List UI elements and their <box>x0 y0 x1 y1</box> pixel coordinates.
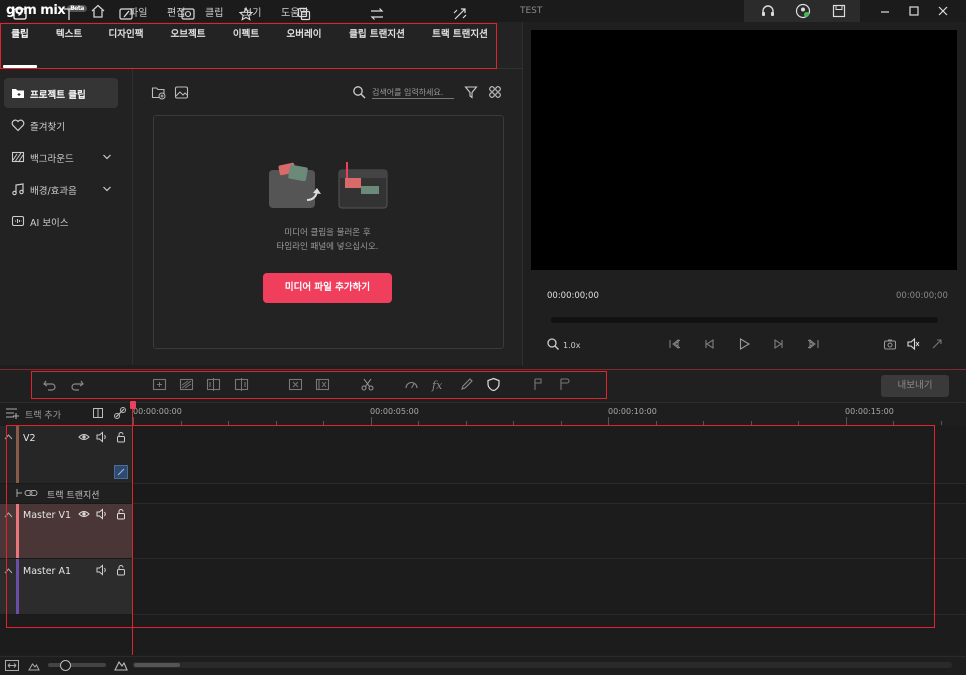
ruler-label: 00:00:15:00 <box>845 407 894 416</box>
media-illustration-icon <box>267 160 391 212</box>
ruler-tick <box>941 421 942 425</box>
add-track-icon[interactable] <box>5 407 19 419</box>
zoom-in-mountain-icon[interactable] <box>114 658 128 671</box>
music-note-icon <box>11 182 25 196</box>
current-timecode: 00:00:00;00 <box>547 291 599 301</box>
chevron-down-icon[interactable] <box>102 184 112 194</box>
zoom-level[interactable]: 1.0x <box>563 341 580 350</box>
total-timecode: 00:00:00;00 <box>896 291 948 301</box>
snapshot-icon[interactable] <box>883 337 897 351</box>
overlay-icon <box>296 6 312 22</box>
folder-icon <box>11 86 25 100</box>
add-track-label[interactable]: 트랙 추가 <box>25 408 61 421</box>
ruler-label: 00:00:05:00 <box>370 407 419 416</box>
ruler-tick <box>371 417 372 425</box>
magnet-icon[interactable] <box>92 407 104 419</box>
clip-transition-icon <box>369 6 385 22</box>
fullscreen-icon[interactable] <box>930 337 944 351</box>
maximize-icon[interactable] <box>906 3 922 19</box>
filter-icon[interactable] <box>464 85 478 99</box>
design-pack-icon <box>118 6 134 22</box>
headset-icon[interactable] <box>760 3 776 19</box>
minimize-icon[interactable] <box>877 3 893 19</box>
scrollbar-thumb[interactable] <box>134 663 180 667</box>
seek-bar[interactable] <box>551 317 938 323</box>
track-transition-icon <box>452 6 468 22</box>
heart-icon <box>11 118 25 132</box>
play-icon[interactable] <box>737 337 751 351</box>
ruler-tick <box>846 417 847 425</box>
add-folder-icon[interactable] <box>151 85 166 100</box>
export-button[interactable]: 내보내기 <box>881 375 949 397</box>
save-icon[interactable] <box>831 3 847 19</box>
background-icon <box>11 150 25 164</box>
volume-icon[interactable] <box>906 337 920 351</box>
prev-frame-icon[interactable] <box>702 337 716 351</box>
close-icon[interactable] <box>935 3 951 19</box>
zoom-out-mountain-icon[interactable] <box>28 660 40 671</box>
effect-icon <box>238 6 254 22</box>
account-icon[interactable] <box>795 3 811 19</box>
ai-voice-icon <box>11 214 25 228</box>
grid-view-icon[interactable] <box>488 85 502 99</box>
clip-icon <box>12 6 28 22</box>
highlight-box-tabs <box>0 23 497 69</box>
sidebar-item-ai-voice[interactable]: AI 보이스 <box>4 206 118 236</box>
sidebar-item-bgm-sfx[interactable]: 배경/효과음 <box>4 174 118 204</box>
zoom-slider[interactable] <box>48 663 106 667</box>
playhead-handle[interactable] <box>130 401 136 409</box>
highlight-box-tracks <box>6 425 935 628</box>
window-title: TEST <box>520 6 543 16</box>
hint-line-1: 미디어 클립을 불러온 후 <box>284 228 371 238</box>
search-underline <box>372 98 454 99</box>
skip-start-icon[interactable] <box>667 337 681 351</box>
highlight-box-toolbar <box>31 371 607 399</box>
horizontal-scrollbar[interactable] <box>132 662 952 668</box>
image-import-icon[interactable] <box>174 85 189 100</box>
link-icon[interactable] <box>113 406 127 420</box>
ruler-tick <box>133 417 134 425</box>
ruler-tick <box>608 417 609 425</box>
playhead[interactable] <box>132 403 133 655</box>
sidebar-item-background[interactable]: 백그라운드 <box>4 142 118 172</box>
skip-end-icon[interactable] <box>807 337 821 351</box>
search-input[interactable]: 검색어를 입력하세요. <box>372 87 443 98</box>
ruler-label: 00:00:00:00 <box>133 407 182 416</box>
next-frame-icon[interactable] <box>772 337 786 351</box>
search-icon[interactable] <box>352 85 366 99</box>
zoom-icon[interactable] <box>546 337 560 351</box>
text-icon <box>61 6 77 22</box>
sidebar-item-favorites[interactable]: 즐겨찾기 <box>4 110 118 140</box>
hint-line-2: 타임라인 패널에 넣으십시오. <box>276 242 379 252</box>
object-icon <box>180 6 196 22</box>
fit-width-icon[interactable] <box>5 660 19 671</box>
sidebar-item-project-clip[interactable]: 프로젝트 클립 <box>4 78 118 108</box>
add-media-button[interactable]: 미디어 파일 추가하기 <box>263 273 392 303</box>
preview-screen <box>531 30 957 270</box>
ruler-label: 00:00:10:00 <box>608 407 657 416</box>
chevron-down-icon[interactable] <box>102 152 112 162</box>
zoom-slider-thumb[interactable] <box>60 660 71 671</box>
